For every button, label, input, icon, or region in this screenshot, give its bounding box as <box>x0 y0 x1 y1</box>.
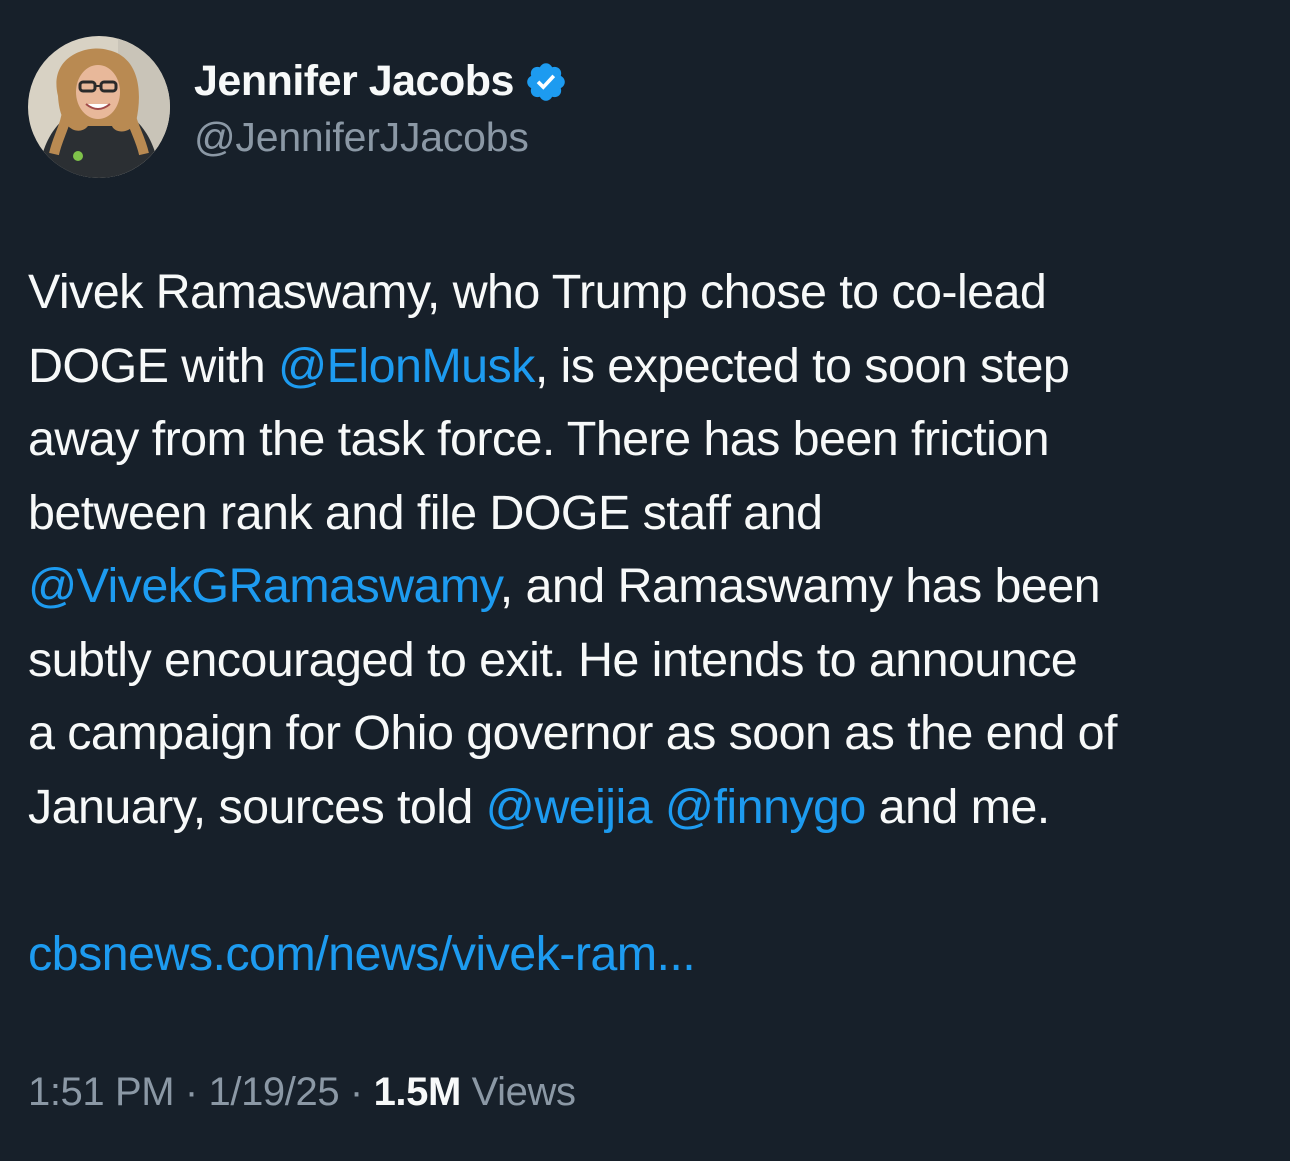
tweet-text: Vivek Ramaswamy, who Trump chose to co-l… <box>28 256 1273 844</box>
mention-weijia[interactable]: @weijia <box>486 780 653 834</box>
name-row: Jennifer Jacobs <box>194 54 568 110</box>
tweet-line: @VivekGRamaswamy, and Ramaswamy has been <box>28 550 1273 624</box>
views-label: Views <box>471 1070 576 1114</box>
meta-separator: · <box>184 1070 198 1114</box>
tweet-line: Vivek Ramaswamy, who Trump chose to co-l… <box>28 256 1273 330</box>
link-line: cbsnews.com/news/vivek-ram... <box>28 918 696 992</box>
tweet-date[interactable]: 1/19/25 <box>209 1070 340 1114</box>
text-segment: subtly encouraged to exit. He intends to… <box>28 632 1078 687</box>
text-segment: a campaign for Ohio governor as soon as … <box>28 706 1117 760</box>
tweet-time[interactable]: 1:51 PM <box>28 1070 175 1114</box>
tweet-card: Jennifer Jacobs @JenniferJJacobs Vivek R… <box>0 0 1290 1161</box>
tweet-header: Jennifer Jacobs @JenniferJJacobs <box>28 36 568 178</box>
avatar-image <box>28 36 170 178</box>
text-segment: away from the task force. There has been… <box>28 412 1050 466</box>
display-name[interactable]: Jennifer Jacobs <box>194 57 514 106</box>
tweet-line: between rank and file DOGE staff and <box>28 477 1273 551</box>
mention-elonmusk[interactable]: @ElonMusk <box>278 339 535 393</box>
meta-separator: · <box>349 1070 363 1114</box>
text-segment: Vivek Ramaswamy, who Trump chose to co-l… <box>28 265 1047 319</box>
mention-vivekgramaswamy[interactable]: @VivekGRamaswamy <box>28 559 500 613</box>
author-info: Jennifer Jacobs @JenniferJJacobs <box>194 54 568 161</box>
mention-finnygo[interactable]: @finnygo <box>665 780 866 834</box>
text-segment: and me. <box>865 779 1051 834</box>
text-segment: DOGE with <box>28 338 279 393</box>
article-link[interactable]: cbsnews.com/news/vivek-ram... <box>28 927 696 981</box>
text-segment: , and Ramaswamy has been <box>499 559 1101 613</box>
views-count: 1.5M <box>373 1070 462 1114</box>
author-handle[interactable]: @JenniferJJacobs <box>194 114 568 161</box>
tweet-line: away from the task force. There has been… <box>28 403 1273 477</box>
tweet-line: January, sources told @weijia @finnygo a… <box>28 771 1273 845</box>
tweet-line: DOGE with @ElonMusk, is expected to soon… <box>28 330 1273 404</box>
text-segment: between rank and file DOGE staff and <box>28 485 823 540</box>
avatar[interactable] <box>28 36 170 178</box>
tweet-line: subtly encouraged to exit. He intends to… <box>28 624 1273 698</box>
verified-badge-icon[interactable] <box>524 60 568 104</box>
text-space <box>652 780 665 834</box>
tweet-meta: 1:51 PM · 1/19/25 · 1.5M Views <box>28 1070 576 1115</box>
text-segment: January, sources told <box>28 779 486 834</box>
text-segment: , is expected to soon step <box>534 338 1070 393</box>
tweet-line: a campaign for Ohio governor as soon as … <box>28 697 1273 771</box>
